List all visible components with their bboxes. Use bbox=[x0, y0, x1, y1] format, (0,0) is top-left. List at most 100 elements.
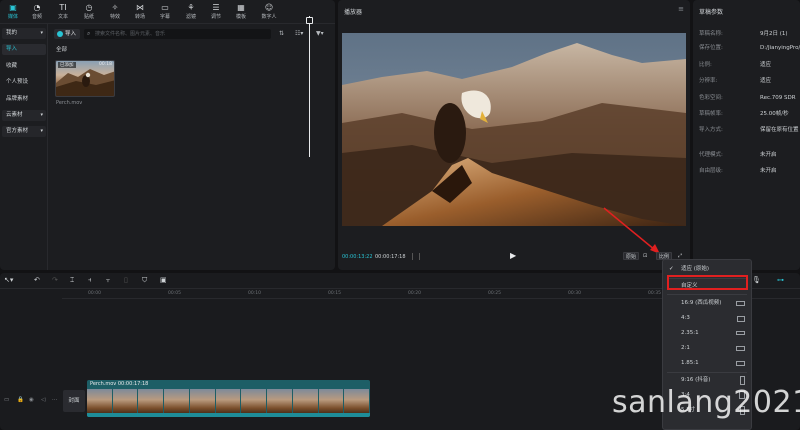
draft-value: 适应 bbox=[760, 78, 772, 84]
sidebar-item-favorites[interactable]: 收藏 bbox=[2, 61, 46, 72]
watermark-text: sanlang2021 bbox=[612, 385, 800, 420]
lock-icon[interactable]: 🔒 bbox=[17, 397, 24, 403]
media-sidebar: 我的 ▾ 导入 收藏 个人预设 品牌素材 云素材 ▾ 官方素材 ▾ bbox=[0, 24, 48, 270]
ratio-label: 2:1 bbox=[681, 345, 690, 351]
draft-row: 分辨率: 适应 bbox=[699, 76, 799, 86]
tool-digital-human[interactable]: ☺ 数字人 bbox=[256, 2, 282, 22]
redo-icon[interactable]: ↷ bbox=[52, 276, 58, 284]
ruler-tick: 00:30 bbox=[568, 291, 581, 296]
cover-button[interactable]: 封面 bbox=[63, 390, 85, 412]
tool-effects[interactable]: ✧ 特效 bbox=[104, 2, 126, 22]
video-clip[interactable]: Perch.mov 00:00:17:18 bbox=[87, 380, 370, 417]
tool-media[interactable]: ▣ 媒体 bbox=[2, 2, 24, 22]
sticker-icon: ◷ bbox=[85, 3, 93, 12]
mute-icon[interactable]: ◁ bbox=[41, 397, 45, 403]
import-label: 导入 bbox=[65, 31, 77, 37]
plus-icon bbox=[57, 31, 63, 37]
playhead[interactable] bbox=[309, 16, 310, 157]
import-button[interactable]: 导入 bbox=[54, 29, 80, 39]
playhead-handle[interactable] bbox=[306, 17, 313, 24]
view-toggle-icon[interactable]: ☷▾ bbox=[295, 29, 303, 39]
ratio-label: 16:9 (西瓜视频) bbox=[681, 300, 722, 306]
draft-value: 25.00帧/秒 bbox=[760, 111, 789, 117]
sort-icon[interactable]: ⇅ bbox=[279, 29, 284, 39]
sidebar-item-import[interactable]: 导入 bbox=[2, 44, 46, 55]
track-visibility-icon[interactable]: ▭ bbox=[4, 397, 9, 403]
ratio-label: 2.35:1 bbox=[681, 330, 699, 336]
tool-filter[interactable]: ⚘ 滤镜 bbox=[180, 2, 202, 22]
zoom-icon[interactable]: ⊡ bbox=[643, 252, 647, 260]
sidebar-item-official[interactable]: 官方素材 ▾ bbox=[2, 126, 46, 137]
draft-row: 比例: 适应 bbox=[699, 60, 799, 70]
screenshot-icon[interactable]: ▣ bbox=[160, 276, 167, 284]
ratio-label: 4:3 bbox=[681, 315, 690, 321]
search-input[interactable]: ⌕ 搜索文件名称、图片元素、音乐 bbox=[84, 29, 271, 39]
eye-icon[interactable]: ◉ bbox=[29, 397, 34, 403]
shield-icon[interactable]: ⛉ bbox=[142, 276, 147, 285]
media-filename: Perch.mov bbox=[56, 100, 83, 106]
draft-key: 色彩空间: bbox=[699, 95, 723, 101]
clip-label: Perch.mov 00:00:17:18 bbox=[90, 381, 149, 387]
ratio-option[interactable]: 16:9 (西瓜视频) bbox=[663, 296, 751, 311]
tool-template[interactable]: ▦ 模板 bbox=[230, 2, 252, 22]
link-toggle-icon[interactable]: ⊶ bbox=[777, 276, 784, 284]
draft-value: 保留在原有位置 bbox=[760, 127, 799, 133]
effects-icon: ✧ bbox=[111, 3, 119, 12]
sidebar-item-brand[interactable]: 品牌素材 bbox=[2, 94, 46, 105]
original-button[interactable]: 原始 bbox=[623, 252, 640, 260]
player-panel: 播放器 ≡ 00:00:13:22 00:00:17:18 ▶ 原始 ⊡ 比例 … bbox=[338, 0, 690, 270]
tool-subtitle[interactable]: ▭ 字幕 bbox=[154, 2, 176, 22]
ratio-option[interactable]: 4:3 bbox=[663, 311, 751, 326]
draft-row: 草稿帧率: 25.00帧/秒 bbox=[699, 109, 799, 119]
tool-adjust[interactable]: ☰ 调节 bbox=[205, 2, 227, 22]
draft-title: 草稿参数 bbox=[699, 9, 724, 16]
landscape-ratio-icon bbox=[736, 301, 745, 306]
draft-row: 代理模式: 未开启 bbox=[699, 150, 799, 160]
landscape-ratio-icon bbox=[736, 346, 745, 351]
draft-value: Rec.709 SDR bbox=[760, 95, 796, 101]
ratio-option[interactable]: 2.35:1 bbox=[663, 326, 751, 341]
filter-dropdown-icon[interactable]: ▼▾ bbox=[316, 29, 324, 39]
ratio-label: 1.85:1 bbox=[681, 360, 699, 366]
sidebar-item-cloud[interactable]: 云素材 ▾ bbox=[2, 110, 46, 121]
tool-sticker[interactable]: ◷ 贴纸 bbox=[78, 2, 100, 22]
draft-row: 保存位置: D:/JianyingPro/Jiany bbox=[699, 43, 800, 53]
split-icon[interactable]: ⌶ bbox=[70, 276, 74, 285]
tool-text[interactable]: TI 文本 bbox=[52, 2, 74, 22]
draft-value: 未开启 bbox=[760, 152, 777, 158]
tool-transition[interactable]: ⋈ 转场 bbox=[129, 2, 151, 22]
draft-row: 自由层级: 未开启 bbox=[699, 166, 799, 176]
sidebar-item-mine[interactable]: 我的 ▾ bbox=[2, 28, 46, 39]
more-icon[interactable]: ⋯ bbox=[52, 397, 58, 403]
ruler-tick: 00:35 bbox=[648, 291, 661, 296]
clip-audio-bar bbox=[87, 413, 370, 417]
sidebar-item-presets[interactable]: 个人预设 bbox=[2, 77, 46, 88]
trim-right-icon[interactable]: ⫟ bbox=[106, 276, 110, 285]
sidebar-item-label: 个人预设 bbox=[6, 79, 29, 85]
landscape-ratio-icon bbox=[736, 361, 745, 366]
tool-audio[interactable]: ◔ 音频 bbox=[26, 2, 48, 22]
microphone-icon[interactable]: 🎙 bbox=[752, 276, 761, 284]
select-cursor-icon[interactable]: ↖▾ bbox=[4, 276, 13, 284]
ratio-option[interactable]: 2:1 bbox=[663, 341, 751, 356]
chevron-down-icon: ▾ bbox=[40, 30, 43, 36]
timecode-separator bbox=[412, 253, 420, 260]
highlight-box bbox=[667, 275, 748, 290]
clip-duration: 00:18 bbox=[99, 62, 112, 67]
draft-key: 保存位置: bbox=[699, 45, 723, 51]
filter-icon: ⚘ bbox=[187, 3, 195, 12]
adjust-icon: ☰ bbox=[212, 3, 220, 12]
landscape-ratio-icon bbox=[736, 331, 745, 335]
media-thumbnail[interactable]: 已添加 00:18 bbox=[55, 60, 115, 97]
text-icon: TI bbox=[59, 3, 67, 12]
ruler-tick: 00:05 bbox=[168, 291, 181, 296]
all-filter-label[interactable]: 全部 bbox=[56, 45, 67, 53]
trim-left-icon[interactable]: ⫞ bbox=[88, 276, 92, 285]
sidebar-item-label: 导入 bbox=[6, 46, 18, 52]
delete-icon[interactable]: ▯ bbox=[124, 276, 128, 284]
draft-value: 9月2日 (1) bbox=[760, 31, 788, 37]
ratio-option[interactable]: 1.85:1 bbox=[663, 356, 751, 371]
play-icon[interactable]: ▶ bbox=[510, 251, 516, 260]
sidebar-item-label: 收藏 bbox=[6, 63, 18, 69]
undo-icon[interactable]: ↶ bbox=[34, 276, 40, 284]
